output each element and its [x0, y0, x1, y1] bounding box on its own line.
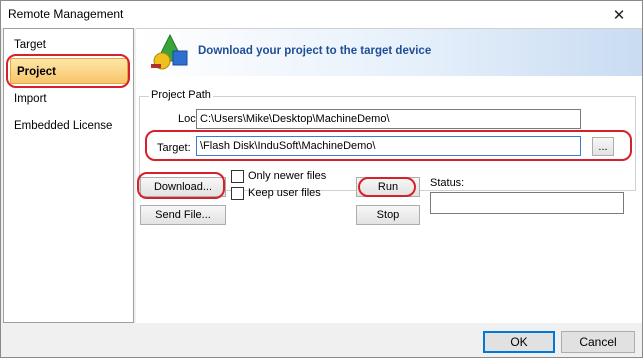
nav-item-embedded-license[interactable]: Embedded License: [14, 116, 112, 136]
browse-button[interactable]: ...: [592, 137, 614, 156]
local-path-field[interactable]: C:\Users\Mike\Desktop\MachineDemo\: [196, 109, 581, 129]
keep-user-label: Keep user files: [248, 187, 321, 199]
keep-user-checkbox[interactable]: [231, 187, 244, 200]
download-button[interactable]: Download...: [140, 177, 226, 197]
only-newer-label: Only newer files: [248, 170, 327, 182]
project-path-label: Project Path: [149, 89, 213, 101]
nav-item-project[interactable]: Project: [10, 58, 128, 84]
run-button-label: Run: [377, 181, 399, 193]
window-title: Remote Management: [8, 7, 124, 21]
nav-panel: Target Project Import Embedded License: [3, 28, 134, 323]
target-path-field[interactable]: \Flash Disk\InduSoft\MachineDemo\: [196, 136, 581, 156]
download-button-label: Download...: [153, 181, 213, 193]
target-label: Target:: [157, 142, 191, 154]
title-bar: Remote Management ✕: [1, 1, 642, 28]
run-button[interactable]: Run: [356, 177, 420, 197]
project-shapes-icon: [151, 33, 188, 70]
send-file-button[interactable]: Send File...: [140, 205, 226, 225]
status-label: Status:: [430, 177, 465, 189]
send-file-button-label: Send File...: [155, 209, 211, 221]
stop-button[interactable]: Stop: [356, 205, 420, 225]
banner: Download your project to the target devi…: [136, 29, 642, 76]
ok-button-label: OK: [510, 335, 528, 349]
only-newer-checkbox[interactable]: [231, 170, 244, 183]
stop-button-label: Stop: [376, 209, 400, 221]
nav-item-import[interactable]: Import: [14, 89, 47, 109]
cancel-button[interactable]: Cancel: [561, 331, 635, 353]
remote-management-window: Remote Management ✕ Target Project Impor…: [0, 0, 643, 358]
content-panel: Download your project to the target devi…: [136, 28, 642, 323]
status-field: [430, 192, 624, 214]
ok-button[interactable]: OK: [483, 331, 555, 353]
banner-text: Download your project to the target devi…: [198, 45, 432, 57]
nav-item-target[interactable]: Target: [14, 35, 46, 55]
cancel-button-label: Cancel: [579, 335, 617, 349]
close-button[interactable]: ✕: [596, 1, 642, 28]
